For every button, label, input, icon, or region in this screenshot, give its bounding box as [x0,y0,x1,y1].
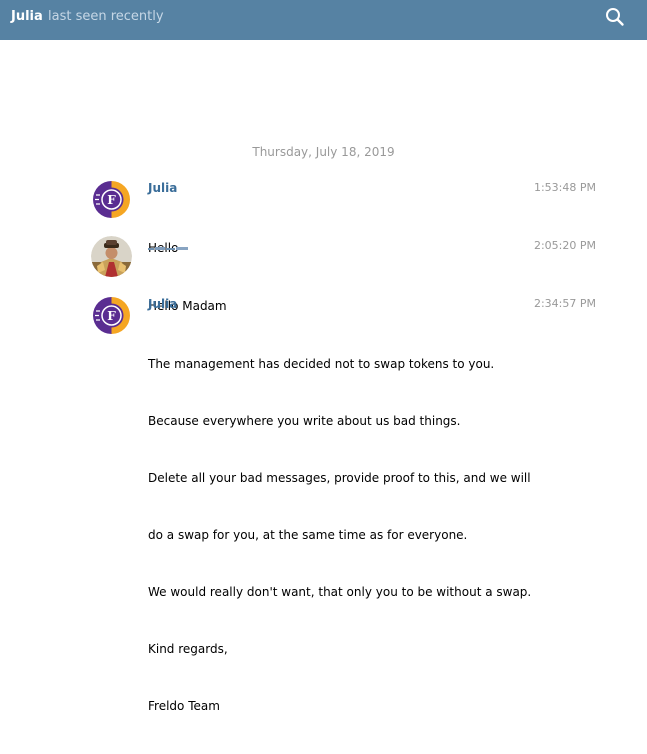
message-time: 2:05:20 PM [533,239,596,252]
message-time: 1:53:48 PM [533,181,596,194]
message-line: Freldo Team [148,699,220,713]
freldo-logo-icon: F [91,295,132,336]
chat-header: Julia last seen recently [0,0,647,40]
chat-peer-name[interactable]: Julia [11,9,43,24]
svg-text:F: F [107,309,116,323]
message-line: Because everywhere you write about us ba… [148,414,461,428]
avatar[interactable] [91,236,132,277]
message-sender[interactable]: Julia [148,181,177,195]
message-text: The management has decided not to swap t… [148,317,531,754]
date-separator: Thursday, July 18, 2019 [252,145,395,159]
freldo-logo-icon: F [91,179,132,220]
user-photo-icon [91,236,132,277]
avatar[interactable]: F [91,179,132,220]
message-line: The management has decided not to swap t… [148,357,495,371]
avatar[interactable]: F [91,295,132,336]
message-time: 2:34:57 PM [533,297,596,310]
search-icon [606,8,624,26]
message-sender[interactable]: Julia [148,297,177,311]
message-line: We would really don't want, that only yo… [148,585,532,599]
svg-text:F: F [107,193,116,207]
message-line: Kind regards, [148,642,228,656]
search-button[interactable] [602,5,628,31]
message-sender-redacted[interactable] [148,240,190,250]
message-line: do a swap for you, at the same time as f… [148,528,468,542]
chat-peer-status: last seen recently [48,9,164,24]
